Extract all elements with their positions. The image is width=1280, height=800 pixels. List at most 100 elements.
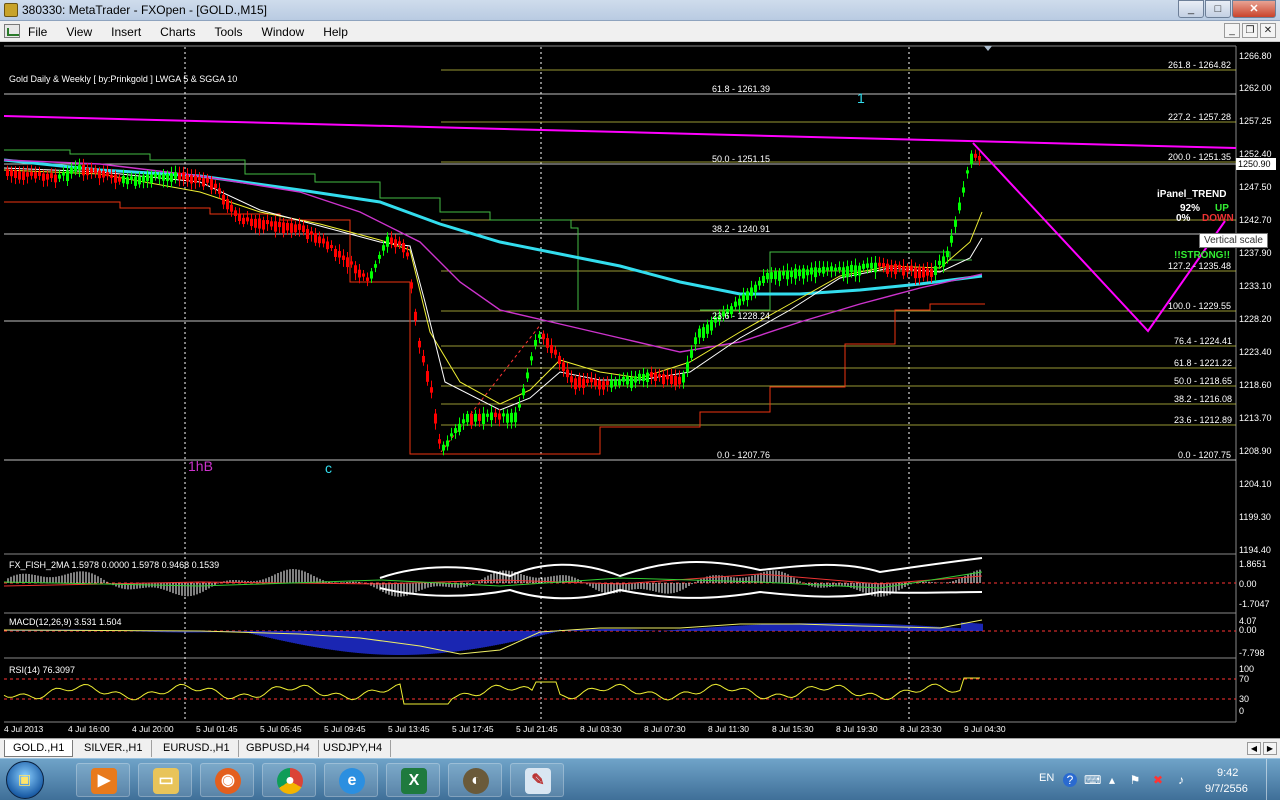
candle-body (22, 171, 25, 180)
candle-body (394, 239, 397, 248)
chart-restore-button[interactable]: ❐ (1242, 23, 1258, 38)
chart-minimize-button[interactable]: _ (1224, 23, 1240, 38)
price-tick: 1262.00 (1239, 83, 1272, 93)
show-desktop-button[interactable] (1266, 759, 1280, 800)
candle-body (762, 275, 765, 284)
shift-marker-icon[interactable] (984, 46, 992, 51)
candle-body (790, 270, 793, 278)
language-indicator[interactable]: EN (1039, 772, 1054, 784)
time-tick: 8 Jul 07:30 (644, 724, 686, 734)
current-price-marker: 1250.90 (1236, 158, 1276, 170)
tab-scroll-left-icon[interactable]: ◀ (1247, 742, 1261, 755)
close-button[interactable]: ✕ (1232, 0, 1276, 18)
candle-body (906, 266, 909, 272)
taskbar-file-explorer[interactable]: ▭ (138, 763, 192, 797)
candle-body (586, 379, 589, 383)
candle-body (90, 168, 93, 173)
time-tick: 5 Jul 05:45 (260, 724, 302, 734)
candle-body (58, 174, 61, 179)
candle-body (606, 380, 609, 385)
internet-explorer-icon: e (339, 768, 365, 794)
candle-body (410, 282, 413, 289)
tab-gbpusd-h4[interactable]: GBPUSD,H4 (238, 740, 319, 757)
taskbar-media-player[interactable]: ▶ (76, 763, 130, 797)
menu-help[interactable]: Help (323, 25, 348, 39)
candle-body (178, 172, 181, 180)
clock-time[interactable]: 9:42 (1217, 767, 1238, 779)
time-tick: 9 Jul 04:30 (964, 724, 1006, 734)
candle-body (202, 178, 205, 187)
macd-tick: -7.798 (1239, 648, 1265, 658)
tab-scroll-right-icon[interactable]: ▶ (1263, 742, 1277, 755)
menu-view[interactable]: View (66, 25, 92, 39)
candle-body (174, 172, 177, 179)
menu-window[interactable]: Window (262, 25, 305, 39)
volume-icon[interactable]: ♪ (1174, 773, 1188, 787)
candle-body (506, 413, 509, 423)
taskbar-paint[interactable]: ✎ (510, 763, 564, 797)
candle-body (198, 176, 201, 181)
trend-line[interactable] (3, 115, 1237, 149)
menu-insert[interactable]: Insert (111, 25, 141, 39)
fib-label: 0.0 - 1207.76 (717, 450, 771, 460)
candle-body (706, 324, 709, 334)
candle-body (434, 413, 437, 424)
minimize-button[interactable]: _ (1178, 0, 1204, 18)
action-center-flag-icon[interactable]: ⚑ (1128, 773, 1142, 787)
fish-signal-red (3, 573, 983, 587)
candle-body (886, 263, 889, 274)
candle-body (802, 268, 805, 279)
clock-date[interactable]: 9/7/2556 (1205, 783, 1248, 795)
network-icon[interactable]: ✖ (1151, 773, 1165, 787)
candle-body (846, 266, 849, 278)
candle-body (978, 156, 981, 161)
keyboard-icon[interactable]: ⌨ (1084, 773, 1101, 787)
tab-eurusd-h1[interactable]: EURUSD.,H1 (155, 740, 239, 757)
candle-body (118, 177, 121, 182)
vertical-scale-tooltip: Vertical scale (1199, 233, 1268, 248)
tab-silver-h1[interactable]: SILVER.,H1 (76, 740, 152, 757)
candle-body (462, 419, 465, 424)
start-button[interactable] (6, 761, 44, 799)
candle-body (238, 214, 241, 222)
candle-body (190, 175, 193, 184)
candle-body (354, 265, 357, 274)
candle-body (102, 170, 105, 178)
candle-body (670, 374, 673, 384)
menu-charts[interactable]: Charts (160, 25, 195, 39)
maximize-button[interactable]: □ (1205, 0, 1231, 18)
help-icon[interactable]: ? (1063, 773, 1077, 787)
time-tick: 8 Jul 15:30 (772, 724, 814, 734)
fib-exp-label: 100.0 - 1229.55 (1168, 301, 1232, 311)
candle-body (330, 245, 333, 249)
menu-tools[interactable]: Tools (215, 25, 243, 39)
chart-close-button[interactable]: ✕ (1260, 23, 1276, 38)
chart-canvas[interactable] (0, 42, 1280, 738)
candle-body (122, 175, 125, 184)
wave-label-c: c (325, 460, 332, 476)
chart-document-icon[interactable] (4, 24, 20, 38)
candle-body (870, 262, 873, 269)
candle-body (250, 218, 253, 227)
taskbar-excel[interactable]: X (386, 763, 440, 797)
candle-body (546, 338, 549, 348)
price-chart[interactable]: Gold Daily & Weekly [ by:Prinkgold ] LWG… (0, 42, 1280, 738)
show-hidden-icons-icon[interactable]: ▴ (1105, 773, 1119, 787)
price-tick: 1266.80 (1239, 51, 1272, 61)
candle-body (426, 371, 429, 382)
candle-body (898, 264, 901, 270)
candle-body (106, 172, 109, 177)
menu-file[interactable]: File (28, 25, 47, 39)
taskbar-firefox[interactable]: ◉ (200, 763, 254, 797)
taskbar-internet-explorer[interactable]: e (324, 763, 378, 797)
tab-usdjpy-h4[interactable]: USDJPY,H4 (315, 740, 392, 757)
taskbar-metatrader[interactable]: ◐ (448, 763, 502, 797)
candle-body (510, 412, 513, 423)
candle-body (382, 245, 385, 251)
taskbar-chrome[interactable]: ● (262, 763, 316, 797)
tab-gold-h1[interactable]: GOLD.,H1 (4, 740, 74, 757)
candle-body (694, 337, 697, 345)
candle-body (874, 262, 877, 273)
candle-body (574, 378, 577, 390)
candle-body (710, 319, 713, 331)
